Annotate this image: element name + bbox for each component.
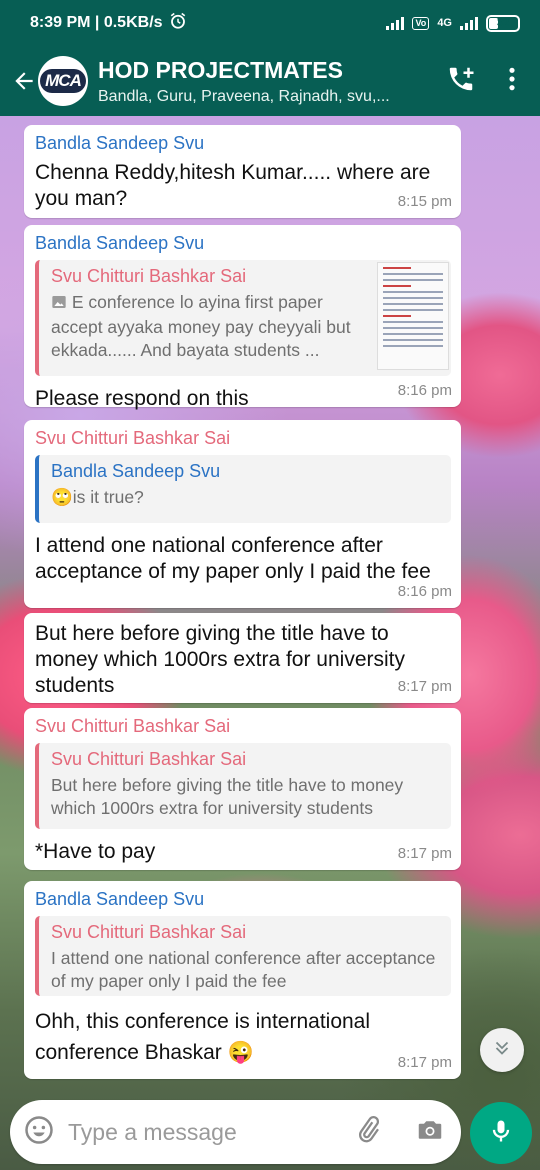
signal-icon bbox=[386, 16, 405, 30]
quoted-sender: Svu Chitturi Bashkar Sai bbox=[51, 922, 247, 942]
message-time: 8:17 pm bbox=[397, 678, 452, 695]
group-info[interactable]: HOD PROJECTMATES Bandla, Guru, Praveena,… bbox=[98, 57, 446, 106]
message-time: 8:17 pm bbox=[397, 845, 452, 862]
message-time: 8:16 pm bbox=[397, 583, 452, 600]
message-text: I attend one national conference after a… bbox=[35, 534, 431, 583]
voice-message-button[interactable] bbox=[470, 1102, 532, 1164]
message-composer: Type a message bbox=[10, 1100, 461, 1164]
message-sender: Bandla Sandeep Svu bbox=[35, 233, 205, 253]
group-title: HOD PROJECTMATES bbox=[98, 56, 343, 83]
image-icon bbox=[51, 293, 67, 316]
message-text: Ohh, this conference is international co… bbox=[35, 1010, 371, 1064]
avatar-logo: MCA bbox=[40, 69, 86, 93]
scroll-down-icon bbox=[491, 1037, 513, 1064]
message-time: 8:17 pm bbox=[397, 1054, 452, 1071]
quoted-text: E conference lo ayina first paper accept… bbox=[51, 292, 351, 360]
back-arrow-icon[interactable] bbox=[6, 63, 42, 99]
quoted-message[interactable]: Bandla Sandeep Svu 🙄is it true? bbox=[35, 455, 451, 523]
message-time: 8:16 pm bbox=[397, 382, 452, 399]
attach-icon[interactable] bbox=[353, 1115, 383, 1150]
group-avatar[interactable]: MCA bbox=[38, 56, 88, 106]
document-thumbnail bbox=[377, 262, 449, 370]
quoted-message[interactable]: Svu Chitturi Bashkar Sai But here before… bbox=[35, 743, 451, 829]
camera-icon[interactable] bbox=[415, 1115, 445, 1150]
battery-level: 32 bbox=[496, 17, 510, 29]
quoted-text: I attend one national conference after a… bbox=[51, 948, 436, 991]
message-text: Chenna Reddy,hitesh Kumar..... where are… bbox=[35, 161, 431, 210]
message-time: 8:15 pm bbox=[397, 193, 452, 210]
quoted-sender: Bandla Sandeep Svu bbox=[51, 461, 221, 481]
message-sender: Svu Chitturi Bashkar Sai bbox=[35, 716, 231, 736]
status-time-speed: 8:39 PM | 0.5KB/s bbox=[30, 14, 163, 31]
message-sender: Bandla Sandeep Svu bbox=[35, 889, 205, 909]
mic-icon bbox=[487, 1117, 515, 1150]
quoted-sender: Svu Chitturi Bashkar Sai bbox=[51, 266, 247, 286]
message-bubble[interactable]: Bandla Sandeep Svu Svu Chitturi Bashkar … bbox=[24, 225, 461, 410]
quoted-sender: Svu Chitturi Bashkar Sai bbox=[51, 749, 247, 769]
quoted-message[interactable]: Svu Chitturi Bashkar Sai I attend one na… bbox=[35, 916, 451, 996]
quoted-message[interactable]: Svu Chitturi Bashkar Sai E conference lo… bbox=[35, 260, 451, 376]
status-bar: 8:39 PM | 0.5KB/s Vo 4G 32 bbox=[0, 0, 540, 46]
alarm-icon bbox=[169, 12, 187, 35]
message-input[interactable]: Type a message bbox=[68, 1119, 353, 1146]
message-bubble[interactable]: Svu Chitturi Bashkar Sai Svu Chitturi Ba… bbox=[24, 708, 461, 870]
network-type: 4G bbox=[437, 17, 452, 29]
message-bubble[interactable]: But here before giving the title have to… bbox=[24, 613, 461, 703]
message-sender: Svu Chitturi Bashkar Sai bbox=[35, 428, 231, 448]
message-sender: Bandla Sandeep Svu bbox=[35, 133, 205, 153]
battery-icon: 32 bbox=[486, 14, 520, 32]
emoji-icon[interactable] bbox=[24, 1115, 54, 1150]
add-call-icon[interactable] bbox=[446, 64, 476, 99]
message-text: *Have to pay bbox=[35, 840, 156, 863]
message-text: Please respond on this bbox=[35, 387, 249, 410]
message-bubble[interactable]: Bandla Sandeep Svu Chenna Reddy,hitesh K… bbox=[24, 125, 461, 218]
quoted-text: 🙄is it true? bbox=[51, 487, 144, 507]
signal-2-icon bbox=[460, 16, 478, 30]
group-members: Bandla, Guru, Praveena, Rajnadh, svu,... bbox=[98, 87, 390, 105]
message-bubble[interactable]: Bandla Sandeep Svu Svu Chitturi Bashkar … bbox=[24, 881, 461, 1079]
chat-header: MCA HOD PROJECTMATES Bandla, Guru, Prave… bbox=[0, 46, 540, 116]
message-text: But here before giving the title have to… bbox=[35, 622, 405, 697]
quoted-text: But here before giving the title have to… bbox=[51, 775, 404, 818]
message-bubble[interactable]: Svu Chitturi Bashkar Sai Bandla Sandeep … bbox=[24, 420, 461, 608]
message-list[interactable]: Bandla Sandeep Svu Chenna Reddy,hitesh K… bbox=[0, 115, 540, 1100]
scroll-down-button[interactable] bbox=[480, 1028, 524, 1072]
volte-badge: Vo bbox=[412, 16, 430, 30]
more-vert-icon[interactable] bbox=[506, 66, 518, 97]
